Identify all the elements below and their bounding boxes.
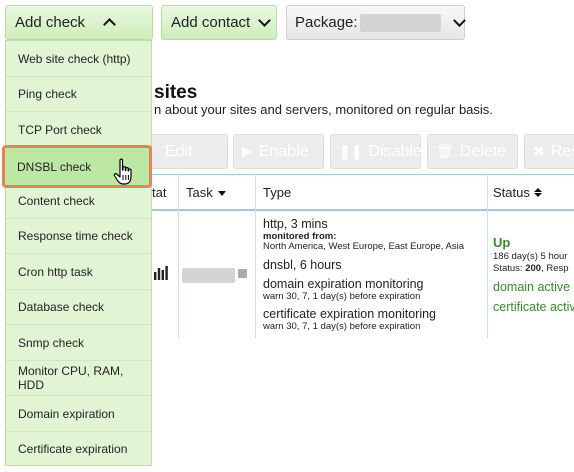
dropdown-item-monitor-cpu-ram-hdd[interactable]: Monitor CPU, RAM, HDD [6, 361, 151, 396]
dropdown-item-snmp-check[interactable]: Snmp check [6, 325, 151, 361]
type-header-label: Type [263, 184, 292, 200]
item-label: Content check [18, 193, 95, 208]
enable-button[interactable]: ▶ Enable [233, 134, 324, 169]
page-title: sites [154, 82, 198, 103]
item-label: Monitor CPU, RAM, HDD [18, 364, 124, 393]
task-name-redacted [182, 268, 235, 283]
dropdown-item-cron-http-task[interactable]: Cron http task [6, 254, 151, 290]
col-header-stat[interactable]: tat [152, 174, 166, 210]
page-subtitle: n about your sites and servers, monitore… [154, 102, 493, 117]
package-select[interactable]: Package: [286, 5, 466, 40]
col-divider [487, 174, 488, 338]
edit-button[interactable]: Edit [140, 134, 228, 169]
add-contact-label: Add contact [171, 14, 251, 31]
sort-icon [533, 187, 542, 197]
enable-label: Enable [258, 142, 309, 160]
item-label: Response time check [18, 229, 133, 244]
cert-warn: warn 30, 7, 1 day(s) before expiration [263, 321, 421, 332]
item-label: Web site check (http) [18, 51, 131, 66]
item-label: DNSBL check [17, 159, 92, 174]
col-header-task[interactable]: Task [186, 174, 226, 210]
type-certificate-expiration: certificate expiration monitoring [263, 307, 436, 321]
item-label: Certificate expiration [18, 442, 128, 457]
sort-desc-icon [217, 190, 226, 196]
disable-label: Disable [368, 142, 422, 160]
stat-header-label: tat [152, 184, 167, 200]
status-suffix: , Resp [541, 263, 569, 274]
dropdown-item-database-check[interactable]: Database check [6, 290, 151, 325]
item-label: Ping check [18, 87, 77, 102]
hand-cursor-icon [113, 158, 132, 185]
status-uptime: 186 day(s) 5 hour [493, 251, 568, 262]
reset-label: Res [550, 142, 574, 160]
task-header-label: Task [186, 184, 213, 200]
domain-active-status: domain active [493, 280, 571, 294]
dropdown-item-response-time-check[interactable]: Response time check [6, 219, 151, 254]
cert-active-status: certificate activ [493, 300, 574, 314]
status-code-line: Status: 200, Resp [493, 263, 569, 274]
pause-icon: ❚❚ [339, 143, 363, 159]
type-domain-expiration: domain expiration monitoring [263, 277, 424, 291]
dropdown-item-tcp-port-check[interactable]: TCP Port check [6, 112, 151, 148]
trash-icon: 🗑 [436, 143, 454, 159]
item-label: Database check [18, 300, 105, 315]
close-icon: ✖ [533, 143, 545, 159]
domain-warn: warn 30, 7, 1 day(s) before expiration [263, 291, 421, 302]
chevron-down-icon [453, 14, 466, 27]
col-divider [178, 174, 179, 338]
status-code: 200 [525, 263, 542, 274]
play-icon: ▶ [242, 143, 253, 159]
item-label: TCP Port check [18, 122, 102, 137]
dropdown-item-certificate-expiration[interactable]: Certificate expiration [6, 432, 151, 468]
dropdown-item-web-site-check[interactable]: Web site check (http) [6, 41, 151, 77]
item-label: Snmp check [18, 335, 85, 350]
item-label: Cron http task [18, 264, 93, 279]
package-label: Package: [295, 14, 358, 31]
chevron-down-icon [258, 14, 272, 27]
col-header-type[interactable]: Type [263, 174, 291, 210]
col-divider [255, 174, 256, 338]
disable-button[interactable]: ❚❚ Disable [330, 134, 422, 169]
dropdown-item-domain-expiration[interactable]: Domain expiration [6, 396, 151, 432]
add-contact-button[interactable]: Add contact [161, 5, 277, 40]
item-label: Domain expiration [18, 406, 115, 421]
reset-button[interactable]: ✖ Res [524, 134, 574, 169]
dropdown-item-ping-check[interactable]: Ping check [6, 77, 151, 112]
package-value-redacted [359, 13, 442, 32]
add-check-button[interactable]: Add check [5, 5, 153, 40]
monitored-regions: North America, West Europe, East Europe,… [263, 241, 465, 252]
chevron-up-icon [103, 18, 116, 31]
external-link-icon[interactable] [238, 269, 247, 278]
status-prefix: Status: [493, 263, 523, 274]
delete-button[interactable]: 🗑 Delete [427, 134, 518, 169]
add-check-dropdown: Web site check (http) Ping check TCP Por… [5, 40, 152, 466]
stats-chart-icon[interactable] [153, 266, 169, 284]
status-state: Up [493, 235, 511, 250]
status-header-label: Status [493, 184, 530, 200]
delete-label: Delete [459, 142, 507, 160]
type-http: http, 3 mins [263, 217, 328, 231]
add-check-label: Add check [15, 14, 86, 31]
type-dnsbl: dnsbl, 6 hours [263, 258, 342, 272]
col-header-status[interactable]: Status [493, 174, 542, 210]
edit-label: Edit [165, 142, 193, 160]
dropdown-item-content-check[interactable]: Content check [6, 183, 151, 219]
